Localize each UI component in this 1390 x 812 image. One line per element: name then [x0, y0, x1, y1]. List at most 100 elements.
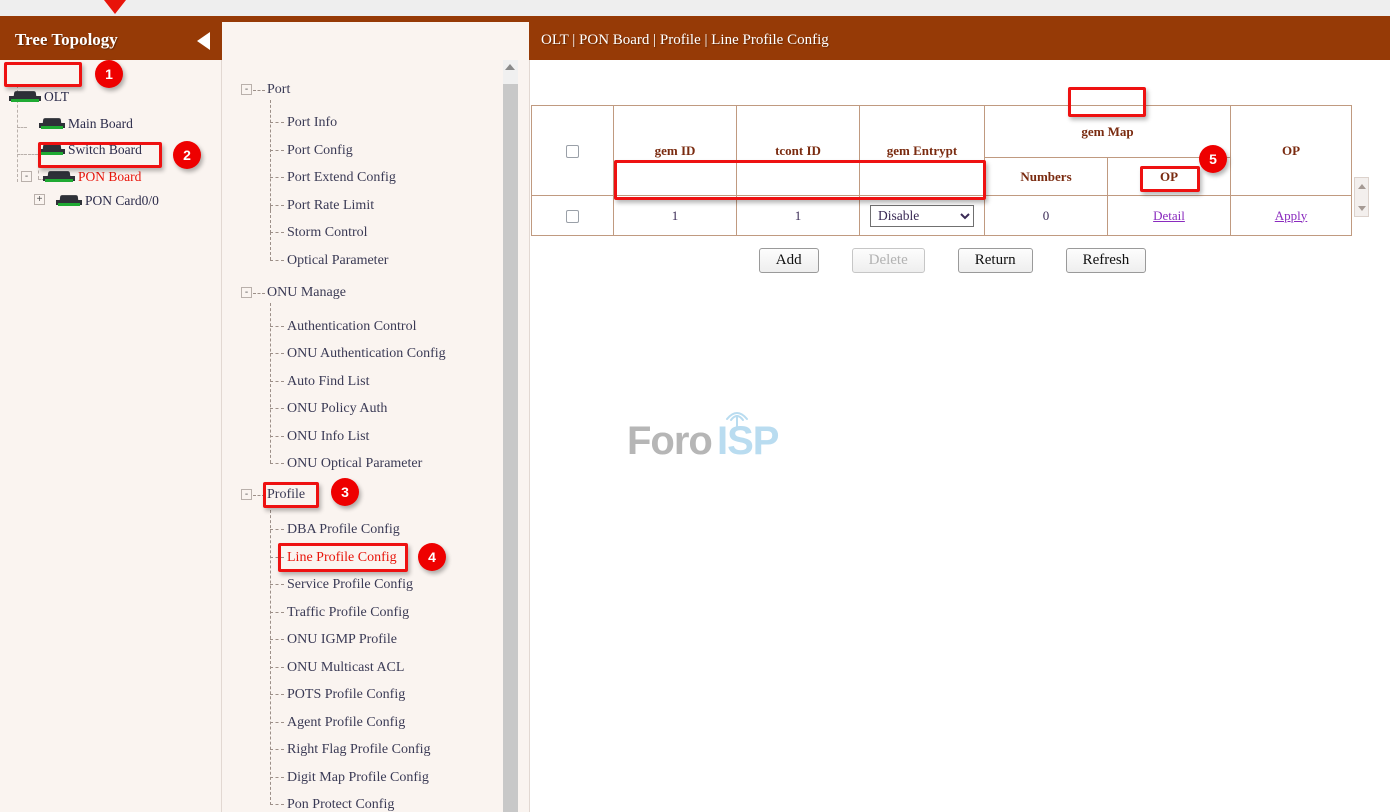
breadcrumb: OLT | PON Board | Profile | Line Profile…	[541, 32, 829, 49]
tree-topology-header: Tree Topology	[0, 22, 222, 60]
nav-item-service-profile-config[interactable]: Service Profile Config	[287, 575, 413, 595]
nav-item-label: ONU Info List	[287, 429, 369, 445]
top-strip	[0, 0, 1390, 22]
device-icon	[42, 171, 76, 184]
nav-connector	[270, 177, 284, 178]
cell-gem-id: 1	[614, 196, 737, 236]
nav-item-label: Storm Control	[287, 225, 368, 241]
antenna-tower-icon	[723, 405, 751, 427]
nav-item-onu-optical-parameter[interactable]: ONU Optical Parameter	[287, 454, 422, 474]
nav-group-profile[interactable]: Profile	[267, 485, 305, 505]
detail-link[interactable]: Detail	[1153, 208, 1185, 223]
nav-connector	[270, 100, 271, 211]
nav-expander-onu-manage[interactable]: -	[241, 287, 252, 298]
nav-item-port-extend-config[interactable]: Port Extend Config	[287, 168, 396, 188]
table-action-buttons: Add Delete Return Refresh	[530, 248, 1375, 273]
nav-item-label: Port Config	[287, 143, 353, 159]
nav-connector	[270, 749, 284, 750]
nav-connector	[270, 232, 271, 260]
nav-connector	[270, 260, 284, 261]
header-gem-map-op: OP	[1108, 158, 1231, 196]
nav-item-agent-profile-config[interactable]: Agent Profile Config	[287, 713, 405, 733]
watermark-text-foro: Foro	[627, 419, 712, 464]
nav-connector	[270, 381, 284, 382]
tree-node-olt[interactable]: OLT	[8, 86, 69, 108]
select-all-checkbox[interactable]	[566, 145, 579, 158]
return-button[interactable]: Return	[958, 248, 1033, 273]
nav-connector	[270, 463, 284, 464]
nav-scrollbar-thumb[interactable]	[503, 84, 518, 812]
tree-node-pon-card[interactable]: PON Card0/0	[55, 190, 159, 212]
nav-item-label: Auto Find List	[287, 374, 369, 390]
gem-entrypt-select[interactable]: Disable Enable	[870, 205, 974, 227]
tree-node-label: PON Card0/0	[85, 194, 159, 208]
nav-item-pon-protect-config[interactable]: Pon Protect Config	[287, 795, 394, 812]
nav-connector	[270, 612, 284, 613]
tree-expander-pon-board[interactable]: -	[21, 171, 32, 182]
scroll-down-icon[interactable]	[1358, 206, 1366, 211]
tree-node-switch-board[interactable]: Switch Board	[38, 139, 142, 161]
header-numbers: Numbers	[985, 158, 1108, 196]
nav-item-line-profile-config[interactable]: Line Profile Config	[287, 548, 397, 568]
apply-link[interactable]: Apply	[1275, 208, 1308, 223]
nav-connector	[270, 584, 284, 585]
tree-node-pon-board[interactable]: PON Board	[42, 166, 141, 188]
nav-connector	[270, 722, 284, 723]
nav-connector	[270, 326, 284, 327]
scroll-up-icon[interactable]	[1358, 184, 1366, 189]
header-tcont-id: tcont ID	[737, 106, 860, 196]
down-triangle-marker-icon	[104, 0, 126, 14]
nav-connector	[253, 293, 265, 294]
nav-item-port-info[interactable]: Port Info	[287, 113, 337, 133]
nav-connector	[270, 150, 284, 151]
nav-item-label: Optical Parameter	[287, 253, 388, 269]
nav-item-onu-igmp-profile[interactable]: ONU IGMP Profile	[287, 630, 397, 650]
nav-expander-profile[interactable]: -	[241, 489, 252, 500]
nav-item-label: Service Profile Config	[287, 577, 413, 593]
nav-item-label: ONU Optical Parameter	[287, 456, 422, 472]
nav-item-right-flag-profile-config[interactable]: Right Flag Profile Config	[287, 740, 431, 760]
nav-item-digit-map-profile-config[interactable]: Digit Map Profile Config	[287, 768, 429, 788]
nav-item-label: POTS Profile Config	[287, 687, 405, 703]
add-button[interactable]: Add	[759, 248, 819, 273]
nav-connector	[270, 667, 284, 668]
tree-expander-pon-card[interactable]: +	[34, 194, 45, 205]
nav-item-port-config[interactable]: Port Config	[287, 141, 353, 161]
tree-node-label: OLT	[44, 90, 69, 104]
nav-item-label: Line Profile Config	[287, 550, 397, 566]
nav-group-label: ONU Manage	[267, 285, 346, 301]
nav-item-optical-parameter[interactable]: Optical Parameter	[287, 251, 388, 271]
nav-group-onu-manage[interactable]: ONU Manage	[267, 283, 346, 303]
nav-group-port[interactable]: Port	[267, 80, 290, 100]
nav-item-auto-find-list[interactable]: Auto Find List	[287, 372, 369, 392]
nav-item-onu-policy-auth[interactable]: ONU Policy Auth	[287, 399, 387, 419]
delete-button[interactable]: Delete	[852, 248, 925, 273]
tree-node-main-board[interactable]: Main Board	[38, 113, 133, 135]
header-gem-id: gem ID	[614, 106, 737, 196]
nav-item-onu-multicast-acl[interactable]: ONU Multicast ACL	[287, 658, 404, 678]
tree-topology-panel: Tree Topology OLT Main Board Switch Boar…	[0, 22, 222, 812]
nav-item-onu-authentication-config[interactable]: ONU Authentication Config	[287, 344, 446, 364]
nav-item-label: Port Rate Limit	[287, 198, 374, 214]
collapse-panel-icon[interactable]	[197, 32, 210, 50]
main-header-bar: OLT | PON Board | Profile | Line Profile…	[529, 22, 1390, 60]
nav-item-label: Port Info	[287, 115, 337, 131]
nav-item-port-rate-limit[interactable]: Port Rate Limit	[287, 196, 374, 216]
foroisp-watermark: Foro ISP	[627, 405, 797, 469]
scroll-up-icon[interactable]	[505, 64, 515, 70]
table-row-scrollbar[interactable]	[1354, 177, 1369, 217]
nav-item-pots-profile-config[interactable]: POTS Profile Config	[287, 685, 405, 705]
refresh-button[interactable]: Refresh	[1066, 248, 1147, 273]
nav-connector	[270, 436, 284, 437]
nav-connector	[253, 495, 265, 496]
row-checkbox[interactable]	[566, 210, 579, 223]
device-icon	[55, 195, 83, 208]
navigation-menu-panel: - Port Port Info Port Config Port Extend…	[223, 22, 528, 812]
nav-item-storm-control[interactable]: Storm Control	[287, 223, 368, 243]
nav-item-dba-profile-config[interactable]: DBA Profile Config	[287, 520, 400, 540]
cell-tcont-id: 1	[737, 196, 860, 236]
nav-item-traffic-profile-config[interactable]: Traffic Profile Config	[287, 603, 409, 623]
nav-expander-port[interactable]: -	[241, 84, 252, 95]
nav-item-authentication-control[interactable]: Authentication Control	[287, 317, 416, 337]
nav-item-onu-info-list[interactable]: ONU Info List	[287, 427, 369, 447]
